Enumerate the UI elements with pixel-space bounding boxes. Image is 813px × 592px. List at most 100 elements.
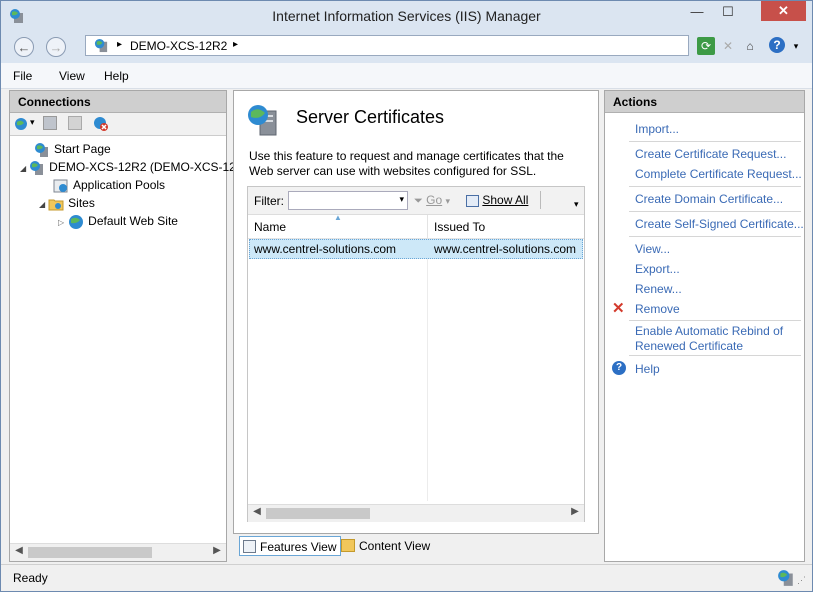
connections-panel: Connections ▾ Start Page ◢ DEMO-XCS-12R2 …	[9, 90, 236, 562]
tree-label: Sites	[68, 196, 95, 210]
address-field[interactable]: ▸ DEMO-XCS-12R2 ▸	[85, 35, 689, 56]
save-icon[interactable]	[43, 116, 57, 130]
actions-header: Actions	[605, 91, 804, 113]
home-icon[interactable]: ⌂	[741, 37, 759, 55]
action-help[interactable]: Help	[635, 362, 660, 377]
column-header-issued-to[interactable]: Issued To	[428, 215, 584, 239]
resize-grip-icon[interactable]: ⋰	[797, 575, 806, 586]
tree-label: Default Web Site	[88, 214, 178, 228]
menu-file[interactable]: File	[13, 69, 32, 83]
status-bar: Ready ⋰	[1, 564, 812, 591]
menu-view[interactable]: View	[59, 69, 85, 83]
breadcrumb-chevron-icon[interactable]: ▸	[233, 39, 238, 50]
action-enable-automatic-rebind[interactable]: Enable Automatic Rebind of Renewed Certi…	[635, 324, 795, 354]
server-icon	[30, 160, 44, 175]
start-page-icon	[35, 142, 48, 157]
show-all-icon	[466, 194, 479, 207]
server-certificates-icon	[248, 105, 277, 136]
connect-dropdown-icon[interactable]: ▾	[30, 117, 35, 128]
breadcrumb-separator-icon: ▸	[117, 39, 123, 50]
tab-features-view[interactable]: Features View	[239, 536, 342, 556]
grid-horizontal-scrollbar[interactable]: ◀ ▶	[248, 504, 584, 522]
tree-label: Application Pools	[73, 178, 166, 192]
tree-item-sites[interactable]: ◢ Sites	[39, 194, 95, 212]
action-create-certificate-request[interactable]: Create Certificate Request...	[635, 147, 786, 162]
toolbar-divider	[540, 191, 541, 209]
minimize-button[interactable]: —	[684, 4, 710, 19]
title-bar: Internet Information Services (IIS) Mana…	[1, 1, 812, 31]
filter-input[interactable]: ▾	[288, 191, 408, 210]
server-certificates-panel: Server Certificates Use this feature to …	[233, 90, 599, 534]
scroll-thumb[interactable]	[28, 547, 152, 558]
tree-item-application-pools[interactable]: Application Pools	[53, 176, 165, 194]
connections-toolbar: ▾	[10, 113, 226, 136]
action-divider	[629, 211, 801, 212]
sites-folder-icon	[48, 199, 64, 211]
remove-icon[interactable]: ✕	[612, 299, 625, 317]
menu-help[interactable]: Help	[104, 69, 129, 83]
collapse-arrow-icon[interactable]: ◢	[39, 200, 45, 209]
server-icon	[94, 38, 108, 53]
forward-button[interactable]: →	[46, 37, 66, 57]
up-level-icon[interactable]	[68, 116, 82, 130]
help-dropdown-icon[interactable]: ▾	[787, 37, 805, 55]
action-divider	[629, 236, 801, 237]
scroll-right-icon[interactable]: ▶	[210, 545, 224, 556]
column-header-name[interactable]: Name ▲	[248, 213, 428, 239]
page-title: Server Certificates	[296, 107, 445, 127]
expand-arrow-icon[interactable]: ▷	[58, 218, 64, 227]
action-divider	[629, 141, 801, 142]
connections-header: Connections	[10, 91, 226, 113]
toolbar-overflow-icon[interactable]: ▾	[574, 199, 579, 210]
menu-bar: File View Help	[1, 63, 812, 89]
filter-bar: Filter: ▾ ⏷ Go ▾ Show All ▾	[248, 187, 584, 215]
scroll-right-icon[interactable]: ▶	[568, 506, 582, 517]
funnel-icon: ⏷	[414, 195, 423, 207]
scroll-left-icon[interactable]: ◀	[12, 545, 26, 556]
action-view[interactable]: View...	[635, 242, 670, 257]
action-export[interactable]: Export...	[635, 262, 680, 277]
action-renew[interactable]: Renew...	[635, 282, 682, 297]
scroll-thumb[interactable]	[266, 508, 370, 519]
globe-icon	[69, 214, 84, 229]
disconnect-icon[interactable]	[93, 116, 109, 135]
connections-horizontal-scrollbar[interactable]: ◀ ▶	[10, 543, 226, 561]
filter-dropdown-icon[interactable]: ▾	[399, 194, 404, 205]
show-all-button[interactable]: Show All	[466, 193, 528, 207]
stop-icon[interactable]: ✕	[719, 37, 737, 55]
iis-manager-window: Internet Information Services (IIS) Mana…	[0, 0, 813, 592]
refresh-icon[interactable]: ⟳	[697, 37, 715, 55]
features-view-icon	[243, 540, 256, 553]
column-separator	[427, 239, 428, 501]
go-button[interactable]: ⏷ Go ▾	[414, 193, 450, 208]
tree-item-default-web-site[interactable]: ▷ Default Web Site	[58, 212, 178, 230]
address-bar: ← → ▸ DEMO-XCS-12R2 ▸ ⟳ ✕ ⌂ ? ▾	[1, 31, 812, 63]
action-create-self-signed-certificate[interactable]: Create Self-Signed Certificate...	[635, 217, 804, 232]
collapse-arrow-icon[interactable]: ◢	[20, 164, 26, 173]
tree-item-start-page[interactable]: Start Page	[34, 140, 111, 158]
tree-label: DEMO-XCS-12R2 (DEMO-XCS-12	[49, 160, 236, 174]
application-pools-icon	[53, 179, 68, 193]
action-import[interactable]: Import...	[635, 122, 679, 137]
back-button[interactable]: ←	[14, 37, 34, 57]
scroll-left-icon[interactable]: ◀	[250, 506, 264, 517]
tab-content-view[interactable]: Content View	[339, 536, 434, 556]
go-dropdown-icon: ▾	[445, 196, 451, 206]
action-remove[interactable]: Remove	[635, 302, 680, 317]
connect-globe-icon[interactable]	[13, 116, 29, 135]
tree-item-server[interactable]: ◢ DEMO-XCS-12R2 (DEMO-XCS-12	[20, 158, 236, 176]
maximize-button[interactable]: ☐	[715, 4, 741, 20]
action-divider	[629, 320, 801, 321]
tree-label: Start Page	[54, 142, 111, 156]
sort-ascending-icon: ▲	[334, 213, 342, 222]
close-button[interactable]: ✕	[761, 1, 806, 21]
help-icon[interactable]: ?	[612, 361, 626, 375]
content-view-icon	[341, 539, 355, 552]
help-icon[interactable]: ?	[769, 37, 785, 53]
cell-issued-to[interactable]: www.centrel-solutions.com	[428, 239, 584, 259]
action-create-domain-certificate[interactable]: Create Domain Certificate...	[635, 192, 783, 207]
breadcrumb-server[interactable]: DEMO-XCS-12R2	[130, 39, 227, 53]
status-text: Ready	[13, 571, 48, 585]
cell-name[interactable]: www.centrel-solutions.com	[248, 239, 428, 259]
action-complete-certificate-request[interactable]: Complete Certificate Request...	[635, 167, 802, 182]
